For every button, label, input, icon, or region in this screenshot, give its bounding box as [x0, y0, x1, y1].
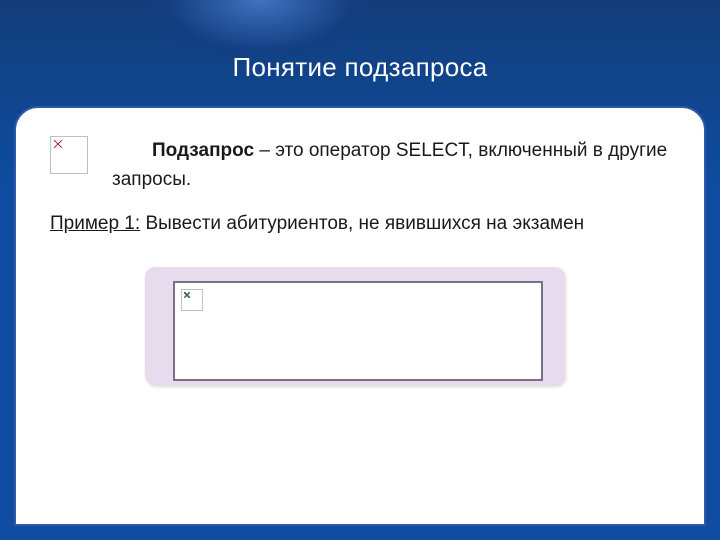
broken-image-icon — [181, 289, 203, 311]
example-text: Вывести абитуриентов, не явившихся на эк… — [140, 213, 584, 234]
definition-row: Подзапрос – это оператор SELECT, включен… — [50, 134, 670, 195]
example-line: Пример 1: Вывести абитуриентов, не явивш… — [50, 213, 670, 235]
content-panel: Подзапрос – это оператор SELECT, включен… — [14, 106, 706, 526]
code-illustration — [145, 267, 575, 397]
example-label: Пример 1: — [50, 213, 140, 234]
slide-title: Понятие подзапроса — [0, 52, 720, 83]
definition-term: Подзапрос — [152, 140, 254, 161]
slide: Понятие подзапроса Подзапрос – это опера… — [0, 0, 720, 540]
title-bar: Понятие подзапроса — [0, 52, 720, 83]
definition-text: Подзапрос – это оператор SELECT, включен… — [112, 134, 670, 195]
broken-image-icon — [50, 136, 88, 174]
code-box-front — [173, 281, 543, 381]
decorative-glow — [150, 0, 370, 60]
